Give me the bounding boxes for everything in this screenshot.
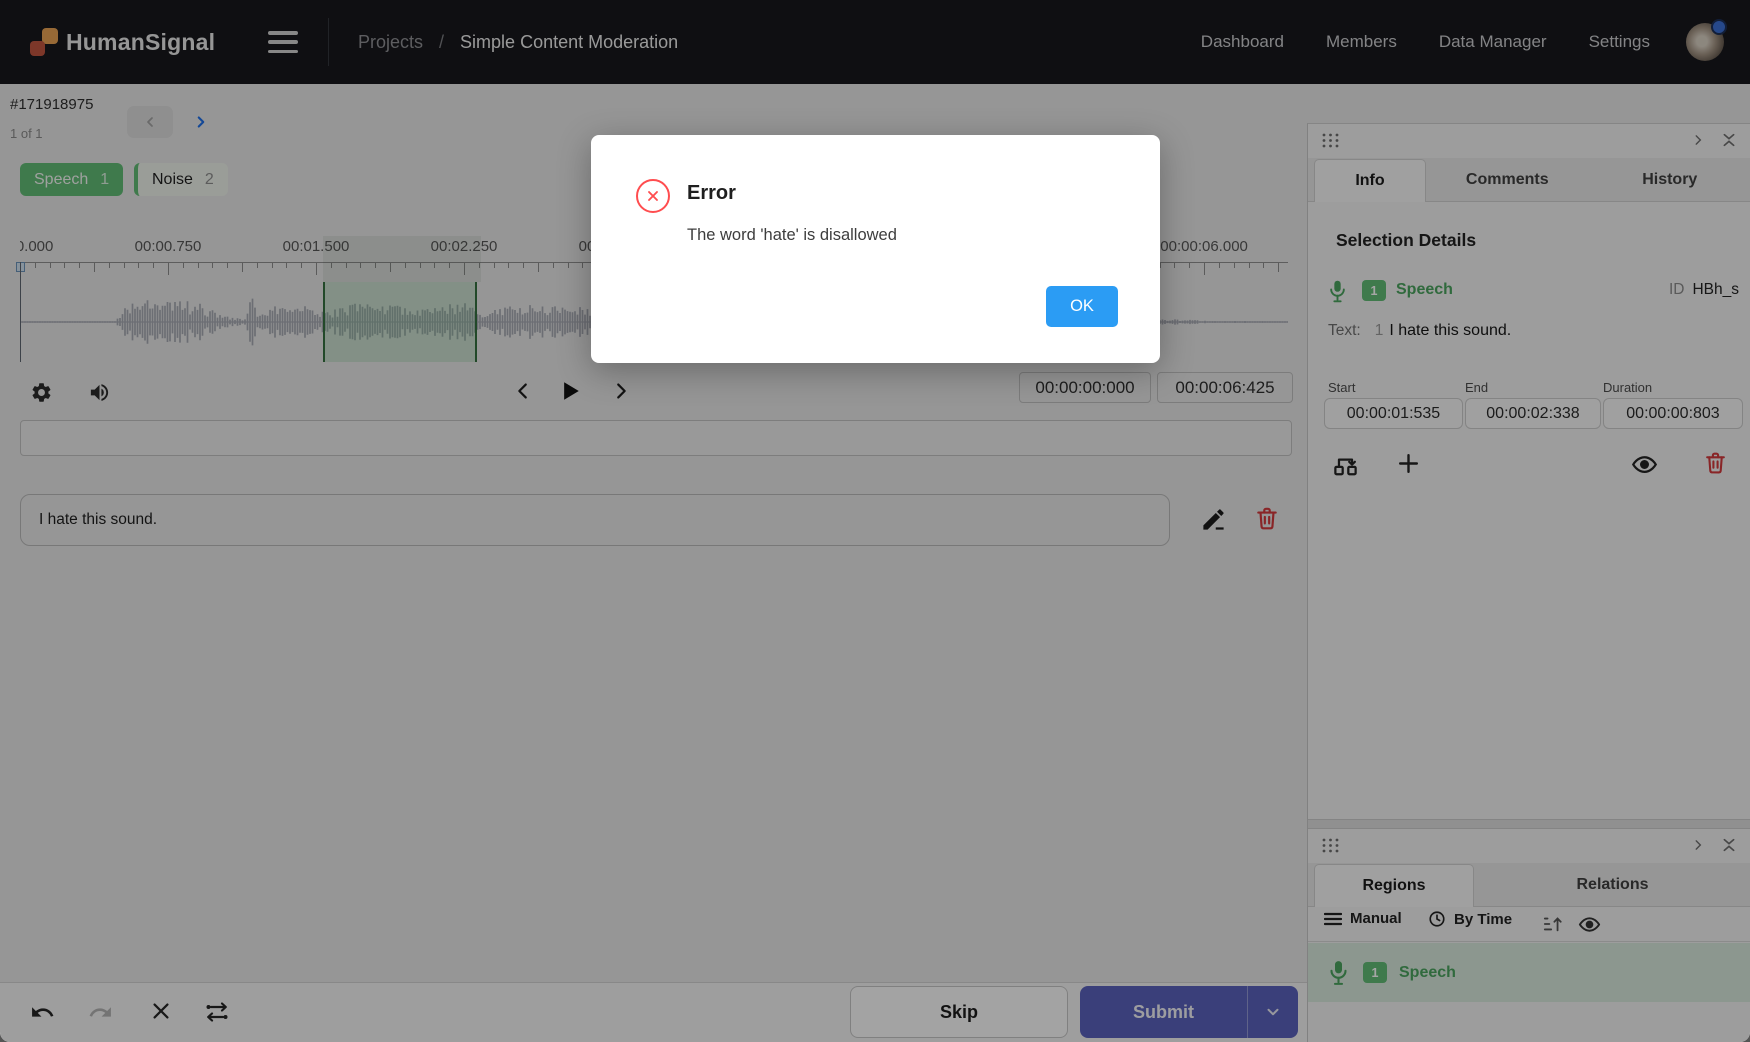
error-icon <box>636 179 670 213</box>
error-modal: Error The word 'hate' is disallowed OK <box>591 135 1160 363</box>
app-window: HumanSignal Projects / Simple Content Mo… <box>0 0 1750 1042</box>
ok-button[interactable]: OK <box>1046 286 1118 327</box>
modal-title: Error <box>687 182 736 205</box>
modal-message: The word 'hate' is disallowed <box>687 226 897 245</box>
